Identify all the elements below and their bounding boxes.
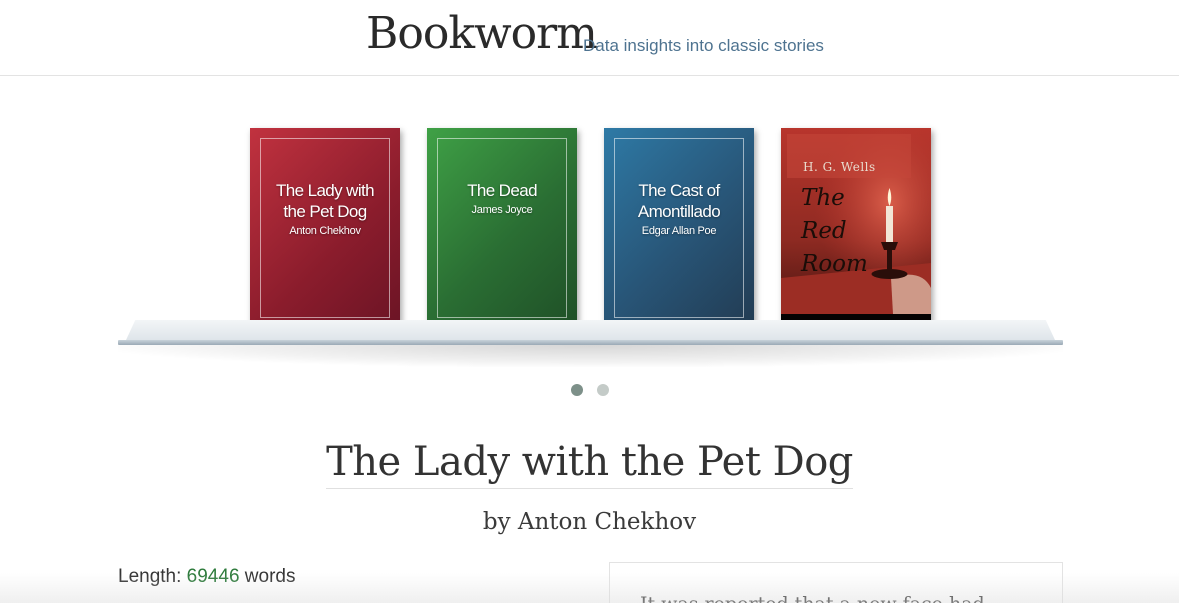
pagination-dot-1[interactable] [571, 384, 583, 396]
book-title: The Cast of Amontillado Edgar Allan Poe [618, 180, 740, 239]
tagline: Data insights into classic stories [583, 36, 824, 55]
shelf-shadow [118, 345, 1063, 367]
length-unit: words [239, 566, 296, 587]
story-length: Length: 69446 words [118, 566, 295, 588]
book-author: Anton Chekhov [289, 225, 361, 237]
story-title-text: The Lady with the Pet Dog [326, 437, 853, 489]
excerpt-text: It was reported that a new face had [640, 593, 985, 603]
book-the-dead[interactable]: The Dead James Joyce [427, 128, 577, 328]
story-title: The Lady with the Pet Dog [0, 437, 1179, 489]
book-author: James Joyce [471, 204, 533, 216]
story-excerpt-panel: It was reported that a new face had [609, 562, 1063, 603]
story-byline: by Anton Chekhov [482, 509, 697, 535]
book-title: The Lady with the Pet Dog Anton Chekhov [264, 180, 386, 239]
book-red-room[interactable]: H. G. Wells The Red Room [781, 128, 931, 328]
book-lady-with-pet-dog[interactable]: The Lady with the Pet Dog Anton Chekhov [250, 128, 400, 328]
book-cask-of-amontillado[interactable]: The Cast of Amontillado Edgar Allan Poe [604, 128, 754, 328]
length-value: 69446 [186, 566, 240, 587]
cover-author: H. G. Wells [803, 160, 876, 174]
pagination-dot-2[interactable] [597, 384, 609, 396]
length-label: Length: [118, 566, 187, 587]
brand-logo[interactable]: Bookworm [366, 8, 598, 59]
book-author: Edgar Allan Poe [641, 225, 717, 237]
shelf-surface [126, 320, 1055, 340]
cover-title: The Red Room [801, 185, 868, 277]
bookshelf [118, 320, 1063, 346]
cover-frame [437, 138, 567, 318]
site-header: Bookworm Data insights into classic stor… [0, 0, 1179, 76]
book-title: The Dead James Joyce [441, 180, 563, 218]
